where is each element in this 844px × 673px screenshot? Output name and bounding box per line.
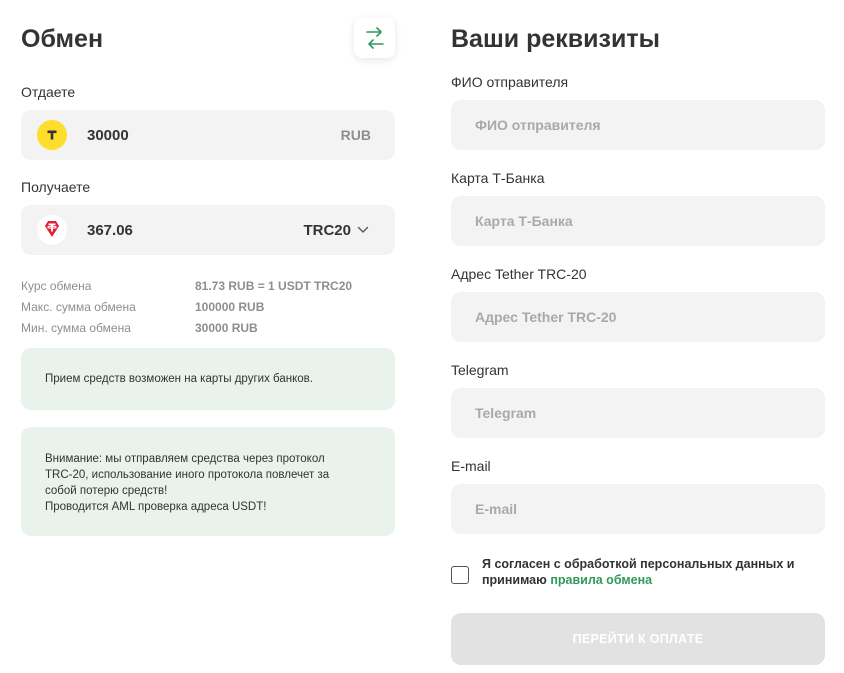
warning-line: Проводится AML проверка адреса USDT! <box>45 501 267 513</box>
details-title: Ваши реквизиты <box>451 25 660 53</box>
info-value: 30000 RUB <box>195 320 258 335</box>
card-label: Карта Т-Банка <box>451 170 545 186</box>
info-row: Макс. сумма обмена 100000 RUB <box>21 296 395 317</box>
protocol-warning: Внимание: мы отправляем средства через п… <box>21 427 395 536</box>
chevron-down-icon <box>357 226 369 233</box>
info-value: 81.73 RUB = 1 USDT TRC20 <box>195 278 353 293</box>
sender-name-label: ФИО отправителя <box>451 74 569 90</box>
info-row: Курс обмена 81.73 RUB = 1 USDT TRC20 <box>21 275 395 296</box>
exchange-rules-link[interactable]: правила обмена <box>550 573 652 587</box>
telegram-label: Telegram <box>451 362 509 378</box>
give-currency: RUB <box>340 127 371 143</box>
currency-select[interactable]: TRC20 <box>303 222 369 239</box>
info-label: Курс обмена <box>21 278 92 293</box>
consent-row: Я согласен с обработкой персональных дан… <box>451 556 825 588</box>
info-value: 100000 RUB <box>195 299 265 314</box>
exchange-title: Обмен <box>21 25 104 53</box>
info-label: Мин. сумма обмена <box>21 320 131 335</box>
warning-line: Внимание: мы отправляем средства через п… <box>45 453 325 465</box>
exchange-info: Курс обмена 81.73 RUB = 1 USDT TRC20 Мак… <box>21 275 395 338</box>
consent-text: Я согласен с обработкой персональных дан… <box>482 556 812 588</box>
tether-address-label: Адрес Tether TRC-20 <box>451 266 587 282</box>
give-label: Отдаете <box>21 84 76 100</box>
warning-line: TRC-20, использование иного протокола по… <box>45 469 330 481</box>
give-amount-value[interactable]: 30000 <box>87 127 341 144</box>
give-amount-field[interactable]: 30000 RUB <box>21 110 395 160</box>
banks-note: Прием средств возможен на карты других б… <box>21 348 395 410</box>
get-amount-field[interactable]: 367.06 TRC20 <box>21 205 395 255</box>
warning-line: собой потерю средств! <box>45 485 168 497</box>
proceed-to-payment-button[interactable]: ПЕРЕЙТИ К ОПЛАТЕ <box>451 613 825 665</box>
card-input[interactable] <box>451 196 825 246</box>
email-label: E-mail <box>451 458 491 474</box>
get-currency: TRC20 <box>303 221 351 239</box>
swap-button[interactable] <box>354 18 395 58</box>
info-label: Макс. сумма обмена <box>21 299 136 314</box>
banks-note-text: Прием средств возможен на карты других б… <box>45 373 313 385</box>
tether-logo-icon <box>37 215 67 245</box>
consent-checkbox[interactable] <box>451 566 469 584</box>
email-input[interactable] <box>451 484 825 534</box>
tbank-logo-icon <box>37 120 67 150</box>
info-row: Мин. сумма обмена 30000 RUB <box>21 317 395 338</box>
sender-name-input[interactable] <box>451 100 825 150</box>
tether-address-input[interactable] <box>451 292 825 342</box>
get-label: Получаете <box>21 179 91 195</box>
get-amount-value: 367.06 <box>87 221 133 239</box>
swap-arrows-icon <box>365 27 384 49</box>
telegram-input[interactable] <box>451 388 825 438</box>
